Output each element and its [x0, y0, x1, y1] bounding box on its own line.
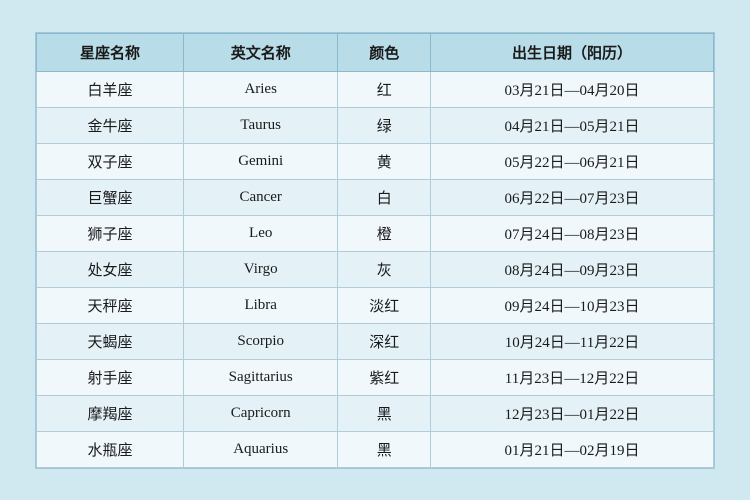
table-row: 处女座Virgo灰08月24日—09月23日 — [37, 251, 714, 287]
cell-chinese: 巨蟹座 — [37, 179, 184, 215]
cell-dates: 11月23日—12月22日 — [430, 359, 713, 395]
cell-color: 黄 — [338, 143, 431, 179]
header-birth-date: 出生日期（阳历） — [430, 33, 713, 71]
table-row: 巨蟹座Cancer白06月22日—07月23日 — [37, 179, 714, 215]
table-row: 天蝎座Scorpio深红10月24日—11月22日 — [37, 323, 714, 359]
cell-chinese: 处女座 — [37, 251, 184, 287]
cell-color: 白 — [338, 179, 431, 215]
cell-chinese: 狮子座 — [37, 215, 184, 251]
cell-chinese: 天蝎座 — [37, 323, 184, 359]
cell-color: 深红 — [338, 323, 431, 359]
table-header-row: 星座名称 英文名称 颜色 出生日期（阳历） — [37, 33, 714, 71]
cell-dates: 10月24日—11月22日 — [430, 323, 713, 359]
cell-chinese: 天秤座 — [37, 287, 184, 323]
cell-dates: 12月23日—01月22日 — [430, 395, 713, 431]
cell-dates: 09月24日—10月23日 — [430, 287, 713, 323]
cell-chinese: 金牛座 — [37, 107, 184, 143]
cell-dates: 06月22日—07月23日 — [430, 179, 713, 215]
header-color: 颜色 — [338, 33, 431, 71]
cell-color: 黑 — [338, 395, 431, 431]
cell-english: Aquarius — [183, 431, 337, 467]
cell-dates: 03月21日—04月20日 — [430, 71, 713, 107]
cell-color: 黑 — [338, 431, 431, 467]
cell-chinese: 摩羯座 — [37, 395, 184, 431]
table-row: 水瓶座Aquarius黑01月21日—02月19日 — [37, 431, 714, 467]
table-row: 摩羯座Capricorn黑12月23日—01月22日 — [37, 395, 714, 431]
cell-dates: 04月21日—05月21日 — [430, 107, 713, 143]
table-row: 狮子座Leo橙07月24日—08月23日 — [37, 215, 714, 251]
cell-dates: 01月21日—02月19日 — [430, 431, 713, 467]
table-row: 金牛座Taurus绿04月21日—05月21日 — [37, 107, 714, 143]
header-chinese-name: 星座名称 — [37, 33, 184, 71]
cell-chinese: 双子座 — [37, 143, 184, 179]
cell-dates: 07月24日—08月23日 — [430, 215, 713, 251]
cell-english: Taurus — [183, 107, 337, 143]
cell-color: 红 — [338, 71, 431, 107]
cell-english: Cancer — [183, 179, 337, 215]
cell-english: Capricorn — [183, 395, 337, 431]
zodiac-table: 星座名称 英文名称 颜色 出生日期（阳历） 白羊座Aries红03月21日—04… — [36, 33, 714, 468]
table-row: 射手座Sagittarius紫红11月23日—12月22日 — [37, 359, 714, 395]
cell-color: 灰 — [338, 251, 431, 287]
cell-color: 淡红 — [338, 287, 431, 323]
cell-color: 橙 — [338, 215, 431, 251]
cell-dates: 08月24日—09月23日 — [430, 251, 713, 287]
cell-chinese: 白羊座 — [37, 71, 184, 107]
header-english-name: 英文名称 — [183, 33, 337, 71]
cell-chinese: 水瓶座 — [37, 431, 184, 467]
cell-english: Virgo — [183, 251, 337, 287]
cell-english: Leo — [183, 215, 337, 251]
table-row: 白羊座Aries红03月21日—04月20日 — [37, 71, 714, 107]
cell-english: Gemini — [183, 143, 337, 179]
cell-color: 紫红 — [338, 359, 431, 395]
zodiac-table-container: 星座名称 英文名称 颜色 出生日期（阳历） 白羊座Aries红03月21日—04… — [35, 32, 715, 469]
cell-english: Libra — [183, 287, 337, 323]
table-body: 白羊座Aries红03月21日—04月20日金牛座Taurus绿04月21日—0… — [37, 71, 714, 467]
cell-english: Sagittarius — [183, 359, 337, 395]
cell-chinese: 射手座 — [37, 359, 184, 395]
cell-english: Aries — [183, 71, 337, 107]
cell-color: 绿 — [338, 107, 431, 143]
cell-dates: 05月22日—06月21日 — [430, 143, 713, 179]
table-row: 双子座Gemini黄05月22日—06月21日 — [37, 143, 714, 179]
cell-english: Scorpio — [183, 323, 337, 359]
table-row: 天秤座Libra淡红09月24日—10月23日 — [37, 287, 714, 323]
